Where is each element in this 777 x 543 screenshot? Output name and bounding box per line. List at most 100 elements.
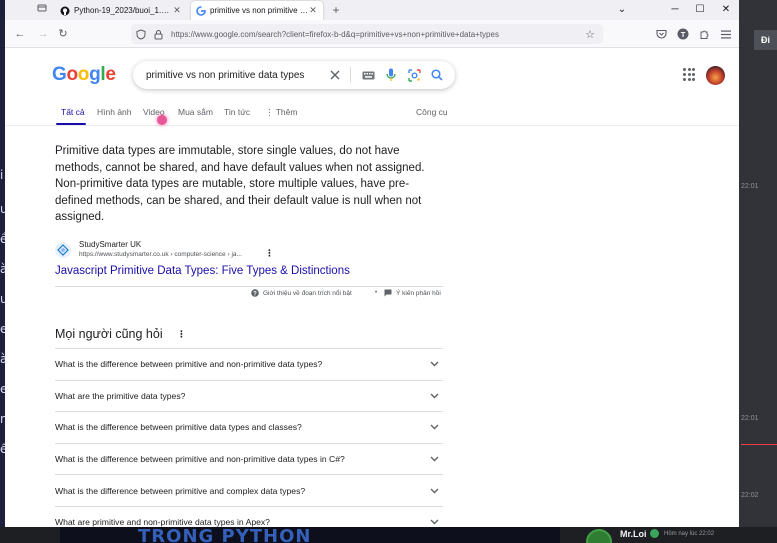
more-options-icon[interactable]: ⋮ bbox=[265, 248, 274, 259]
tab-shopping[interactable]: Mua sắm bbox=[178, 107, 213, 117]
address-bar[interactable]: https://www.google.com/search?client=fir… bbox=[131, 24, 603, 44]
tab-more-label: Thêm bbox=[275, 107, 298, 117]
window-close-icon[interactable]: ✕ bbox=[719, 2, 733, 18]
more-options-icon[interactable]: ⋮ bbox=[177, 329, 186, 340]
github-icon bbox=[60, 6, 70, 16]
tab-images[interactable]: Hình ảnh bbox=[97, 107, 132, 117]
search-input[interactable]: primitive vs non primitive data types bbox=[146, 70, 327, 81]
help-icon: ? bbox=[251, 289, 259, 297]
search-icon[interactable] bbox=[429, 67, 445, 83]
featured-snippet-source[interactable]: StudySmarter UK https://www.studysmarter… bbox=[55, 239, 285, 261]
chevron-down-icon[interactable]: ⌄ bbox=[615, 2, 629, 18]
question-text: What is the difference between primitive… bbox=[55, 485, 306, 496]
video-overlay-text: TRONG PYTHON bbox=[138, 527, 312, 543]
google-apps-icon[interactable] bbox=[683, 68, 697, 82]
active-tab-indicator bbox=[56, 123, 86, 125]
minimize-icon[interactable]: ─ bbox=[668, 2, 682, 18]
feedback-link[interactable]: Ý kiến phản hồi bbox=[384, 289, 441, 297]
new-tab-icon[interactable]: + bbox=[329, 2, 343, 18]
navigation-toolbar: ← → ↻ https://www.google.com/search?clie… bbox=[5, 20, 739, 48]
question-item[interactable]: What is the difference between primitive… bbox=[55, 411, 443, 443]
back-icon[interactable]: ← bbox=[12, 26, 28, 42]
tab-more[interactable]: ⋮ Thêm bbox=[265, 107, 297, 118]
new-messages-divider bbox=[741, 444, 777, 445]
reload-icon[interactable]: ↻ bbox=[55, 26, 71, 42]
pocket-icon[interactable] bbox=[653, 26, 669, 42]
tab-list-icon[interactable] bbox=[35, 3, 49, 17]
question-text: What is the difference between primitive… bbox=[55, 454, 345, 465]
close-tab-icon[interactable]: ✕ bbox=[172, 5, 182, 16]
tracking-protection-icon[interactable] bbox=[134, 27, 148, 41]
menu-icon[interactable] bbox=[718, 26, 734, 42]
question-item[interactable]: What is the difference between primitive… bbox=[55, 474, 443, 506]
chat-header-button[interactable]: Đi bbox=[754, 30, 777, 50]
google-results-page: Google primitive vs non primitive data t… bbox=[5, 48, 739, 527]
tab-all[interactable]: Tất cả bbox=[61, 107, 85, 117]
extensions-icon[interactable] bbox=[696, 26, 712, 42]
chevron-down-icon bbox=[427, 389, 441, 403]
logo-letter: o bbox=[77, 64, 90, 85]
about-featured-snippets[interactable]: ? Giới thiệu về đoạn trích nổi bật bbox=[251, 289, 352, 297]
question-text: What are primitive and non-primitive dat… bbox=[55, 517, 270, 527]
google-logo[interactable]: Google bbox=[52, 64, 116, 86]
chat-timestamp: 22:01 bbox=[741, 183, 759, 190]
question-item[interactable]: What is the difference between primitive… bbox=[55, 442, 443, 475]
feedback-label: Ý kiến phản hồi bbox=[396, 289, 441, 297]
browser-window: Python-19_2023/buoi_1.py at m ✕ primitiv… bbox=[5, 0, 739, 527]
people-also-ask-list: What is the difference between primitive… bbox=[55, 348, 443, 527]
account-icon[interactable]: T bbox=[675, 26, 691, 42]
about-label: Giới thiệu về đoạn trích nổi bật bbox=[263, 289, 352, 297]
tab-google-search[interactable]: primitive vs non primitive data ty ✕ bbox=[191, 1, 323, 20]
studysmarter-icon bbox=[55, 242, 71, 258]
tab-title: primitive vs non primitive data ty bbox=[210, 6, 308, 15]
search-tabs: Tất cả Hình ảnh Video Mua sắm Tin tức ⋮ … bbox=[5, 100, 739, 126]
lock-icon[interactable] bbox=[151, 27, 165, 41]
chat-timestamp: 22:01 bbox=[741, 415, 759, 422]
question-text: What is the difference between primitive… bbox=[55, 422, 302, 433]
search-box[interactable]: primitive vs non primitive data types bbox=[133, 61, 455, 89]
keyboard-icon[interactable] bbox=[360, 67, 376, 83]
tools-button[interactable]: Công cụ bbox=[416, 107, 448, 117]
bookmark-star-icon[interactable]: ☆ bbox=[583, 28, 597, 41]
search-divider bbox=[350, 67, 351, 83]
chevron-down-icon bbox=[427, 452, 441, 466]
source-name: StudySmarter UK bbox=[79, 240, 142, 249]
feedback-icon bbox=[384, 289, 392, 297]
svg-text:?: ? bbox=[253, 291, 257, 297]
result-link[interactable]: Javascript Primitive Data Types: Five Ty… bbox=[55, 265, 350, 277]
chat-username[interactable]: Mr.Loi bbox=[620, 529, 647, 539]
close-tab-icon[interactable]: ✕ bbox=[308, 5, 318, 16]
snippet-feedback-row: ? Giới thiệu về đoạn trích nổi bật • Ý k… bbox=[55, 286, 443, 300]
tab-news[interactable]: Tin tức bbox=[224, 107, 250, 117]
tab-bar: Python-19_2023/buoi_1.py at m ✕ primitiv… bbox=[5, 0, 739, 20]
tab-title: Python-19_2023/buoi_1.py at m bbox=[74, 6, 172, 15]
separator-dot: • bbox=[375, 290, 378, 296]
chevron-down-icon bbox=[427, 420, 441, 434]
chat-message-time: Hôm nay lúc 22:02 bbox=[664, 531, 715, 537]
tab-github[interactable]: Python-19_2023/buoi_1.py at m ✕ bbox=[55, 1, 187, 20]
microphone-icon[interactable] bbox=[383, 67, 399, 83]
video-frame: TRONG PYTHON bbox=[60, 527, 560, 543]
people-also-ask-title: Mọi người cũng hỏi bbox=[55, 327, 163, 341]
more-vert-icon: ⋮ bbox=[265, 107, 276, 117]
chevron-down-icon bbox=[427, 357, 441, 371]
mouse-cursor-highlight bbox=[157, 115, 167, 125]
google-icon bbox=[196, 5, 206, 16]
question-text: What is the difference between primitive… bbox=[55, 359, 323, 370]
clear-icon[interactable] bbox=[327, 67, 343, 83]
url-text: https://www.google.com/search?client=fir… bbox=[171, 29, 499, 39]
chat-timestamp: 22:02 bbox=[741, 492, 759, 499]
question-item[interactable]: What are primitive and non-primitive dat… bbox=[55, 505, 443, 527]
background-chat-panel bbox=[739, 0, 777, 543]
logo-letter: g bbox=[89, 64, 101, 85]
chevron-down-icon bbox=[427, 515, 441, 527]
lens-icon[interactable] bbox=[406, 67, 422, 83]
question-item[interactable]: What is the difference between primitive… bbox=[55, 348, 443, 380]
featured-snippet-text: Primitive data types are immutable, stor… bbox=[55, 145, 425, 224]
forward-icon[interactable]: → bbox=[35, 26, 51, 42]
maximize-icon[interactable]: ☐ bbox=[693, 2, 707, 18]
question-item[interactable]: What are the primitive data types? bbox=[55, 379, 443, 412]
svg-text:T: T bbox=[681, 30, 686, 39]
question-text: What are the primitive data types? bbox=[55, 390, 186, 401]
account-avatar[interactable] bbox=[706, 66, 725, 85]
